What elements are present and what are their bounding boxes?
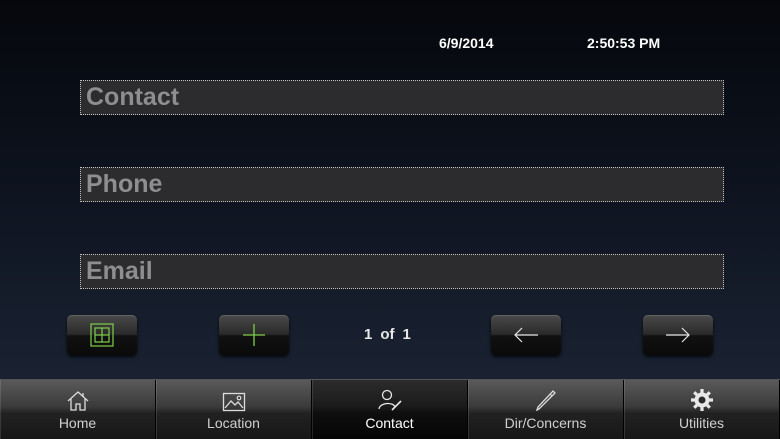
time-display: 2:50:53 PM xyxy=(587,35,661,51)
tab-contact[interactable]: Contact xyxy=(312,380,468,439)
contact-input[interactable] xyxy=(86,81,723,114)
status-bar: 6/9/2014 2:50:53 PM xyxy=(0,0,780,80)
email-input[interactable] xyxy=(86,255,723,288)
contact-field[interactable] xyxy=(80,80,724,115)
phone-field[interactable] xyxy=(80,167,724,202)
contact-edit-icon xyxy=(377,389,402,411)
page-current: 1 xyxy=(364,326,373,343)
tab-utilities-label: Utilities xyxy=(678,415,725,431)
plus-icon xyxy=(243,324,265,346)
page-indicator: 1 of 1 xyxy=(364,326,419,343)
page-of-label: of xyxy=(380,326,395,343)
tab-home-label: Home xyxy=(58,415,97,431)
tab-bar: Home Location Contact Dir/Concerns Utili… xyxy=(0,379,780,439)
tab-contact-label: Contact xyxy=(365,415,414,431)
grid-button[interactable] xyxy=(67,315,137,355)
tab-utilities[interactable]: Utilities xyxy=(624,380,780,439)
tab-location-label: Location xyxy=(207,415,260,431)
tab-dir-concerns-label: Dir/Concerns xyxy=(504,415,587,431)
tab-dir-concerns[interactable]: Dir/Concerns xyxy=(468,380,624,439)
tab-home[interactable]: Home xyxy=(0,380,156,439)
arrow-left-icon xyxy=(514,327,538,343)
grid-square-icon xyxy=(90,323,114,347)
gear-icon xyxy=(690,389,713,411)
tab-location[interactable]: Location xyxy=(156,380,312,439)
email-field[interactable] xyxy=(80,254,724,289)
previous-button[interactable] xyxy=(491,315,561,355)
next-button[interactable] xyxy=(643,315,713,355)
pencil-icon xyxy=(535,390,556,412)
date-display: 6/9/2014 xyxy=(439,35,494,51)
arrow-right-icon xyxy=(666,327,690,343)
home-icon xyxy=(67,391,88,411)
page-total: 1 xyxy=(402,326,411,343)
image-icon xyxy=(222,392,245,412)
phone-input[interactable] xyxy=(86,168,723,201)
contact-screen: 6/9/2014 2:50:53 PM 1 of 1 xyxy=(0,0,780,439)
add-contact-button[interactable] xyxy=(219,315,289,355)
